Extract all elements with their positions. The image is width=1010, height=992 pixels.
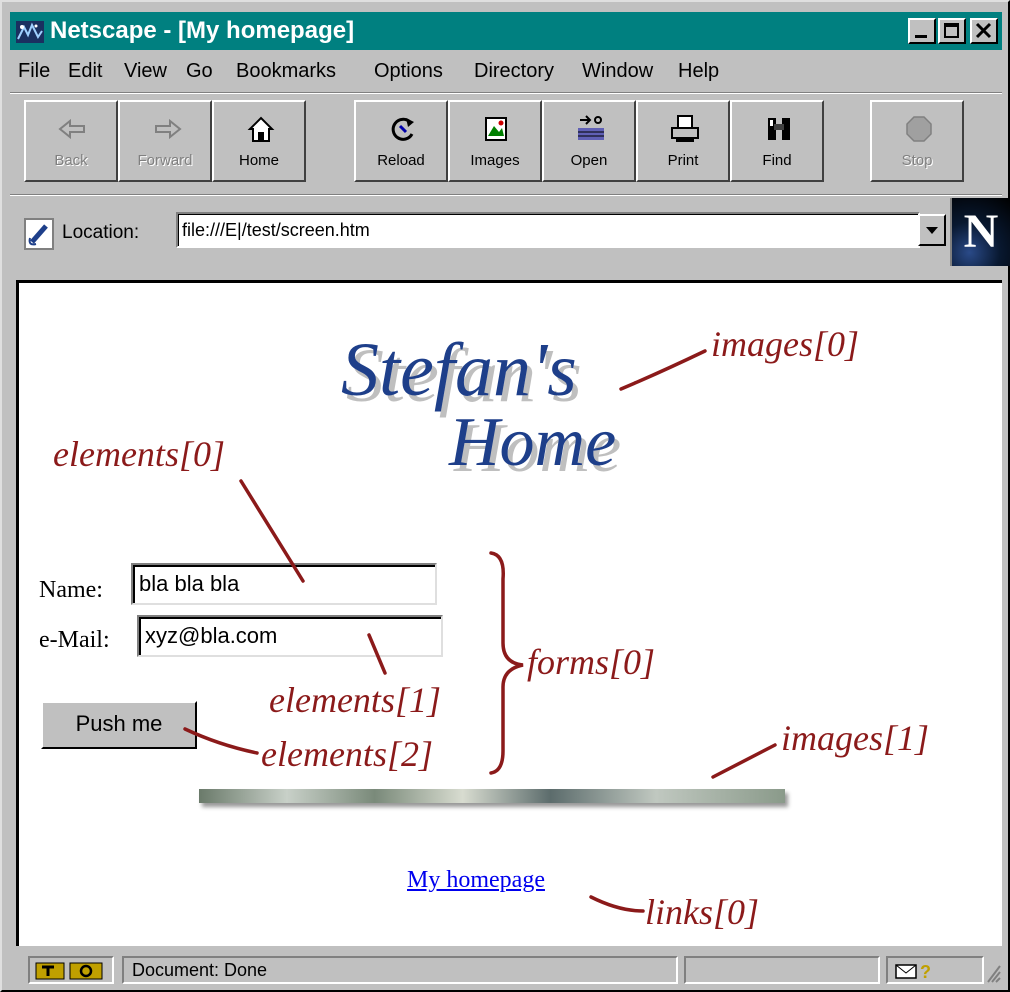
reload-icon: [391, 117, 414, 141]
links0-pointer-line: [589, 895, 645, 913]
menu-options[interactable]: Options: [374, 60, 443, 83]
maximize-button[interactable]: [938, 18, 966, 44]
menu-bookmarks[interactable]: Bookmarks: [236, 60, 336, 83]
annotation-images0: images[0]: [711, 324, 860, 364]
forward-arrow-icon: [155, 118, 182, 140]
browser-window: Netscape - [My homepage] File Edit View …: [0, 0, 1010, 992]
menu-bar: File Edit View Go Bookmarks Options Dire…: [10, 54, 1002, 90]
email-label: e-Mail:: [39, 627, 110, 653]
navigation-toolbar: Back Forward Home Reload Images Open Pri…: [10, 94, 1002, 190]
find-label: Find: [762, 152, 792, 169]
annotation-images1: images[1]: [781, 718, 930, 758]
location-label: Location:: [62, 222, 140, 243]
print-label: Print: [667, 152, 699, 169]
close-icon: [975, 22, 992, 39]
chevron-down-icon: [926, 227, 938, 234]
bookmark-quicklink-icon[interactable]: [24, 218, 54, 250]
images1-pointer-line: [711, 743, 777, 779]
minimize-button[interactable]: [908, 18, 936, 44]
resize-grip-icon[interactable]: [984, 960, 1002, 984]
stefans-home-logo-image: Stefan's Stefan's Home Home: [341, 328, 621, 477]
netscape-logo[interactable]: N: [950, 198, 1010, 266]
name-label: Name:: [39, 577, 103, 603]
stop-icon: [906, 116, 932, 142]
status-bar: Document: Done ?: [10, 950, 1002, 986]
close-button[interactable]: [970, 18, 998, 44]
mail-indicator[interactable]: ?: [886, 956, 984, 984]
stop-label: Stop: [901, 152, 933, 169]
menu-file[interactable]: File: [18, 60, 50, 83]
open-icon: [578, 115, 604, 140]
security-key-icon: [35, 962, 103, 980]
find-button[interactable]: Find: [730, 100, 824, 182]
images-button[interactable]: Images: [448, 100, 542, 182]
printer-icon: [671, 115, 699, 142]
back-button[interactable]: Back: [24, 100, 118, 182]
reload-button[interactable]: Reload: [354, 100, 448, 182]
location-dropdown-button[interactable]: [918, 214, 946, 246]
images-icon: [485, 117, 507, 141]
security-indicator[interactable]: [28, 956, 114, 984]
title-bar[interactable]: Netscape - [My homepage]: [10, 12, 1002, 50]
menu-view[interactable]: View: [124, 60, 167, 83]
location-bar: Location: file:///E|/test/screen.htm N: [10, 198, 1010, 270]
print-button[interactable]: Print: [636, 100, 730, 182]
status-text: Document: Done: [122, 956, 678, 984]
menu-help[interactable]: Help: [678, 60, 719, 83]
annotation-forms0: forms[0]: [527, 642, 656, 682]
stop-button[interactable]: Stop: [870, 100, 964, 182]
my-homepage-link[interactable]: My homepage: [407, 867, 545, 894]
chain-link-icon: [28, 224, 48, 246]
annotation-elements2: elements[2]: [261, 734, 433, 774]
netscape-app-icon: [16, 21, 44, 43]
back-label: Back: [54, 152, 88, 169]
toolbar-separator: [10, 194, 1002, 196]
location-url-input[interactable]: file:///E|/test/screen.htm: [176, 212, 920, 248]
maximize-icon: [944, 23, 959, 38]
open-button[interactable]: Open: [542, 100, 636, 182]
logo-text-line1: Stefan's: [341, 328, 577, 412]
progress-panel: [684, 956, 880, 984]
home-button[interactable]: Home: [212, 100, 306, 182]
mail-icon: ?: [895, 962, 931, 982]
svg-text:?: ?: [920, 962, 931, 982]
minimize-icon: [915, 35, 927, 38]
reload-label: Reload: [377, 152, 425, 169]
forms0-brace: [489, 551, 524, 775]
back-arrow-icon: [58, 118, 85, 140]
annotation-links0: links[0]: [645, 892, 760, 932]
open-label: Open: [570, 152, 608, 169]
annotation-elements1: elements[1]: [269, 680, 441, 720]
home-label: Home: [238, 152, 279, 169]
push-me-button[interactable]: Push me: [41, 701, 197, 749]
menu-directory[interactable]: Directory: [474, 60, 554, 83]
window-title: Netscape - [My homepage]: [50, 17, 355, 44]
forward-button[interactable]: Forward: [118, 100, 212, 182]
divider-image: [199, 789, 785, 803]
page-content: Stefan's Stefan's Home Home Name: bla bl…: [16, 280, 1002, 946]
menu-go[interactable]: Go: [186, 60, 213, 83]
binoculars-icon: [768, 118, 790, 140]
email-input[interactable]: xyz@bla.com: [137, 615, 443, 657]
logo-text-line2: Home: [448, 404, 616, 477]
forward-label: Forward: [137, 152, 193, 169]
menu-edit[interactable]: Edit: [68, 60, 102, 83]
name-input[interactable]: bla bla bla: [131, 563, 437, 605]
images-label: Images: [470, 152, 520, 169]
annotation-elements0: elements[0]: [53, 434, 225, 474]
menu-window[interactable]: Window: [582, 60, 653, 83]
home-icon: [247, 116, 275, 142]
